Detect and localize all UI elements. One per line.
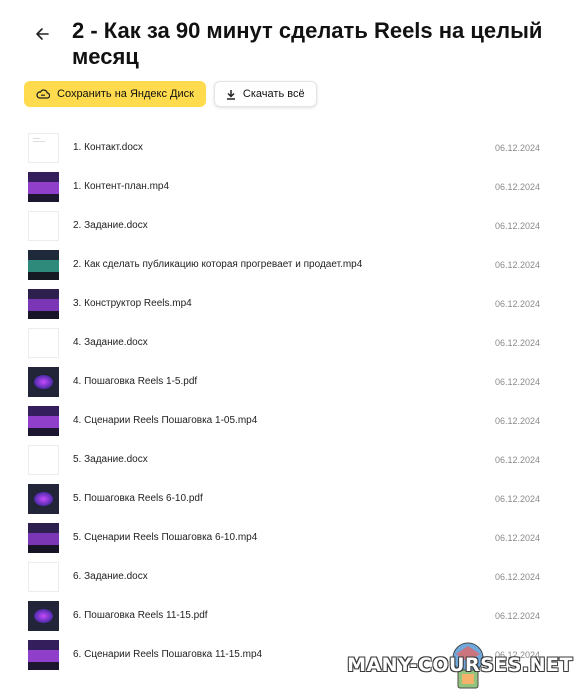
save-button-label: Сохранить на Яндекс Диск: [57, 88, 194, 100]
file-date: 06.12.2024: [494, 260, 540, 270]
back-button[interactable]: [30, 22, 54, 46]
document-thumbnail: [28, 211, 59, 241]
file-date: 06.12.2024: [494, 455, 540, 465]
file-row[interactable]: 2. Задание.docx 06.12.2024: [28, 207, 548, 246]
file-name: 5. Пошаговка Reels 6-10.pdf: [73, 493, 203, 504]
file-date: 06.12.2024: [494, 221, 540, 231]
pdf-thumbnail: [28, 601, 59, 631]
page-title: 2 - Как за 90 минут сделать Reels на цел…: [72, 18, 543, 69]
file-name: 5. Задание.docx: [73, 454, 148, 465]
cloud-icon: [36, 89, 50, 99]
file-row[interactable]: 5. Сценарии Reels Пошаговка 6-10.mp4 06.1…: [28, 519, 548, 558]
file-row[interactable]: 1. Контакт.docx 06.12.2024: [28, 129, 548, 168]
file-row[interactable]: 2. Как сделать публикацию которая прогре…: [28, 246, 548, 285]
video-thumbnail: [28, 523, 59, 553]
file-date: 06.12.2024: [494, 299, 540, 309]
file-row[interactable]: 4. Задание.docx 06.12.2024: [28, 324, 548, 363]
download-all-button[interactable]: Скачать всё: [213, 81, 317, 107]
file-date: 06.12.2024: [494, 494, 540, 504]
document-thumbnail: [28, 445, 59, 475]
file-name: 6. Задание.docx: [73, 571, 148, 582]
video-thumbnail: [28, 250, 59, 280]
file-date: 06.12.2024: [494, 377, 540, 387]
file-date: 06.12.2024: [494, 182, 540, 192]
download-icon: [226, 89, 235, 100]
file-name: 4. Задание.docx: [73, 337, 148, 348]
pdf-thumbnail: [28, 484, 59, 514]
file-row[interactable]: 1. Контент-план.mp4 06.12.2024: [28, 168, 548, 207]
file-name: 4. Сценарии Reels Пошаговка 1-05.mp4: [73, 415, 258, 426]
file-date: 06.12.2024: [494, 143, 540, 153]
document-thumbnail: [28, 328, 59, 358]
file-date: 06.12.2024: [494, 533, 540, 543]
file-row[interactable]: 5. Задание.docx 06.12.2024: [28, 441, 548, 480]
file-name: 4. Пошаговка Reels 1-5.pdf: [73, 376, 198, 387]
file-date: 06.12.2024: [494, 338, 540, 348]
file-name: 2. Как сделать публикацию которая прогре…: [73, 259, 363, 270]
file-row[interactable]: 4. Сценарии Reels Пошаговка 1-05.mp4 06.1…: [28, 402, 548, 441]
file-name: 6. Пошаговка Reels 11-15.pdf: [73, 610, 208, 621]
arrow-left-icon: [36, 28, 49, 40]
action-bar: Сохранить на Яндекс Диск Скачать всё: [24, 81, 317, 107]
video-thumbnail: [28, 289, 59, 319]
file-name: 5. Сценарии Reels Пошаговка 6-10.mp4: [73, 532, 258, 543]
file-row[interactable]: 3. Конструктор Reels.mp4 06.12.2024: [28, 285, 548, 324]
pdf-thumbnail: [28, 367, 59, 397]
file-date: 06.12.2024: [494, 572, 540, 582]
file-name: 3. Конструктор Reels.mp4: [73, 298, 192, 309]
watermark-text: MANY-COURSES.NET: [347, 654, 573, 676]
file-row[interactable]: 6. Задание.docx 06.12.2024: [28, 558, 548, 597]
video-thumbnail: [28, 640, 59, 670]
document-thumbnail: [28, 562, 59, 592]
file-list: 1. Контакт.docx 06.12.2024 1. Контент-план…: [28, 129, 548, 675]
document-thumbnail: [28, 133, 59, 163]
save-to-disk-button[interactable]: Сохранить на Яндекс Диск: [24, 81, 206, 107]
download-button-label: Скачать всё: [242, 88, 305, 100]
file-row[interactable]: 4. Пошаговка Reels 1-5.pdf 06.12.2024: [28, 363, 548, 402]
file-row[interactable]: 5. Пошаговка Reels 6-10.pdf 06.12.2024: [28, 480, 548, 519]
video-thumbnail: [28, 406, 59, 436]
file-date: 06.12.2024: [494, 611, 540, 621]
file-date: 06.12.2024: [494, 416, 540, 426]
file-name: 6. Сценарии Reels Пошаговка 11-15.mp4: [73, 649, 263, 660]
file-name: 1. Контент-план.mp4: [73, 181, 170, 192]
file-name: 2. Задание.docx: [73, 220, 148, 231]
file-row[interactable]: 6. Пошаговка Reels 11-15.pdf 06.12.2024: [28, 597, 548, 636]
file-name: 1. Контакт.docx: [73, 142, 143, 153]
video-thumbnail: [28, 172, 59, 202]
